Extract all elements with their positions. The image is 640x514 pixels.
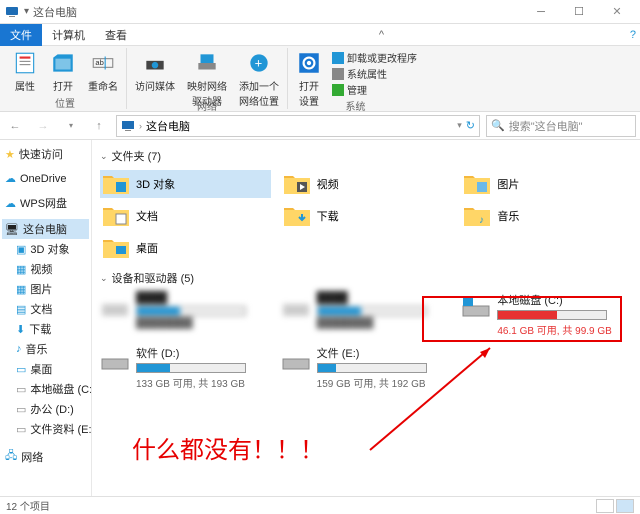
sidebar-quick-access[interactable]: ★快速访问 [2, 144, 89, 164]
drive-icon: ▭ [16, 403, 26, 416]
ribbon-toggle-icon[interactable]: ^ [379, 29, 384, 41]
sidebar-music[interactable]: ♪音乐 [2, 339, 89, 359]
pc-icon [4, 4, 20, 20]
view-icons-button[interactable] [616, 499, 634, 513]
sidebar-localc[interactable]: ▭本地磁盘 (C:) [2, 379, 89, 399]
wps-icon: ☁ [5, 197, 16, 210]
breadcrumb[interactable]: › 这台电脑 ▾ ↻ [116, 115, 480, 137]
ribbon-uninstall[interactable]: 卸载或更改程序 [332, 50, 417, 65]
menubar: 文件 计算机 查看 ^ ? [0, 24, 640, 46]
ribbon-manage[interactable]: 管理 [332, 82, 417, 97]
back-button[interactable]: ← [4, 115, 26, 137]
sidebar-this-pc[interactable]: 🖥这台电脑 [2, 219, 89, 239]
ribbon-access-media[interactable]: 访问媒体 [133, 48, 177, 95]
tab-computer[interactable]: 计算机 [42, 24, 95, 46]
sidebar-downloads[interactable]: ⬇下载 [2, 319, 89, 339]
annotation-box [422, 296, 622, 342]
refresh-icon[interactable]: ↻ [466, 119, 475, 132]
desktop-icon: ▭ [16, 363, 26, 376]
pc-icon [121, 119, 135, 133]
cube-icon: ▣ [16, 243, 26, 256]
status-count: 12 个项目 [6, 498, 50, 513]
sidebar: ★快速访问 ☁OneDrive ☁WPS网盘 🖥这台电脑 ▣3D 对象 ▦视频 … [0, 140, 92, 496]
star-icon: ★ [5, 148, 15, 161]
sidebar-pictures[interactable]: ▦图片 [2, 279, 89, 299]
chevron-down-icon: ⌄ [100, 273, 108, 284]
annotation-text: 什么都没有！！！ [132, 430, 324, 465]
content-pane: ⌄文件夹 (7) 3D 对象 视频 图片 文档 下载 ♪音乐 桌面 ⌄设备和驱动… [92, 140, 640, 496]
drive-icon: ▭ [16, 423, 26, 436]
cloud-icon: ☁ [5, 172, 16, 185]
maximize-button[interactable]: ☐ [560, 0, 598, 24]
network-icon: 🖧 [5, 447, 17, 466]
status-bar: 12 个项目 [0, 496, 640, 514]
folder-3d[interactable]: 3D 对象 [100, 170, 271, 198]
up-button[interactable]: ↑ [88, 115, 110, 137]
ribbon-open[interactable]: 打开 [48, 48, 78, 95]
folder-desktop[interactable]: 桌面 [100, 234, 271, 262]
drive-item-hidden-1[interactable]: ████████████ [100, 292, 271, 337]
svg-text:♪: ♪ [479, 215, 484, 226]
help-icon[interactable]: ? [630, 29, 636, 41]
section-drives[interactable]: ⌄设备和驱动器 (5) [100, 270, 632, 286]
chevron-down-icon: ⌄ [100, 151, 108, 162]
sidebar-network[interactable]: 🖧网络 [2, 445, 89, 468]
ribbon-rename[interactable]: ab重命名 [86, 48, 120, 95]
section-folders[interactable]: ⌄文件夹 (7) [100, 148, 632, 164]
svg-text:ab: ab [95, 58, 103, 67]
picture-icon: ▦ [16, 283, 26, 296]
ribbon-group-location: 属性 打开 ab重命名 位置 [4, 48, 127, 109]
close-button[interactable]: ✕ [598, 0, 636, 24]
forward-button[interactable]: → [32, 115, 54, 137]
ribbon-group-network: 访问媒体 映射网络 驱动器 +添加一个 网络位置 网络 [127, 48, 288, 109]
ribbon-open-settings[interactable]: 打开 设置 [294, 48, 324, 110]
folder-pictures[interactable]: 图片 [461, 170, 632, 198]
ribbon-sys-props[interactable]: 系统属性 [332, 66, 417, 81]
music-icon: ♪ [16, 343, 22, 355]
folder-downloads[interactable]: 下载 [281, 202, 452, 230]
sidebar-video[interactable]: ▦视频 [2, 259, 89, 279]
ribbon-properties[interactable]: 属性 [10, 48, 40, 95]
video-icon: ▦ [16, 263, 26, 276]
drive-icon: ▭ [16, 383, 26, 396]
download-icon: ⬇ [16, 323, 25, 336]
folder-docs[interactable]: 文档 [100, 202, 271, 230]
tab-view[interactable]: 查看 [95, 24, 137, 46]
folder-video[interactable]: 视频 [281, 170, 452, 198]
breadcrumb-dropdown[interactable]: ▾ [457, 120, 462, 131]
drive-empty-slot [461, 345, 632, 390]
window-title: 这台电脑 [29, 4, 522, 20]
window-titlebar: ▾ 这台电脑 ─ ☐ ✕ [0, 0, 640, 24]
ribbon-add-network[interactable]: +添加一个 网络位置 [237, 48, 281, 110]
recent-dropdown[interactable]: ▾ [60, 115, 82, 137]
search-icon: 🔍 [491, 119, 505, 132]
search-input[interactable]: 🔍 搜索"这台电脑" [486, 115, 636, 137]
minimize-button[interactable]: ─ [522, 0, 560, 24]
chevron-right-icon[interactable]: › [139, 121, 142, 131]
sidebar-docs[interactable]: ▤文档 [2, 299, 89, 319]
sidebar-desktop[interactable]: ▭桌面 [2, 359, 89, 379]
sidebar-onedrive[interactable]: ☁OneDrive [2, 170, 89, 187]
view-details-button[interactable] [596, 499, 614, 513]
folder-music[interactable]: ♪音乐 [461, 202, 632, 230]
sidebar-3d[interactable]: ▣3D 对象 [2, 239, 89, 259]
sidebar-office[interactable]: ▭办公 (D:) [2, 399, 89, 419]
pc-icon: 🖥 [5, 223, 19, 236]
ribbon-group-system: 打开 设置 卸载或更改程序 系统属性 管理 系统 [288, 48, 423, 109]
ribbon: 属性 打开 ab重命名 位置 访问媒体 映射网络 驱动器 +添加一个 网络位置 … [0, 46, 640, 112]
svg-text:+: + [255, 55, 263, 70]
tab-file[interactable]: 文件 [0, 24, 42, 46]
address-bar: ← → ▾ ↑ › 这台电脑 ▾ ↻ 🔍 搜索"这台电脑" [0, 112, 640, 140]
breadcrumb-item[interactable]: 这台电脑 [146, 118, 190, 134]
drive-software-d[interactable]: 软件 (D:)133 GB 可用, 共 193 GB [100, 345, 271, 390]
sidebar-docdrive[interactable]: ▭文件资料 (E:) [2, 419, 89, 439]
sidebar-wps[interactable]: ☁WPS网盘 [2, 193, 89, 213]
drive-docs-e[interactable]: 文件 (E:)159 GB 可用, 共 192 GB [281, 345, 452, 390]
doc-icon: ▤ [16, 303, 26, 316]
